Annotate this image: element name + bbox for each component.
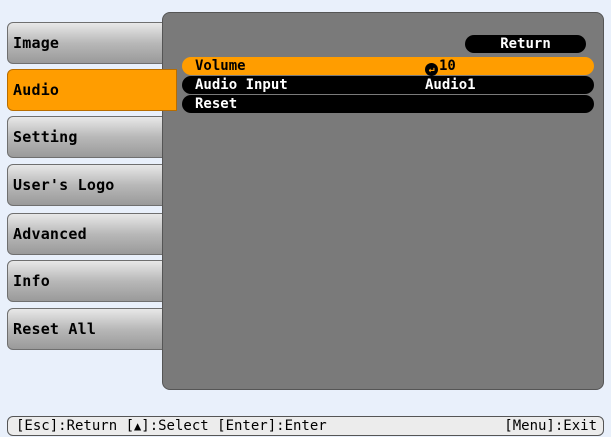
help-select-suffix: ]:Select [141,418,209,434]
menu-item-info[interactable]: Info [7,260,169,302]
menu-item-audio[interactable]: Audio [7,69,177,111]
return-button[interactable]: Return [465,35,586,53]
help-select-prefix: [ [125,418,135,434]
return-button-label: Return [500,36,551,52]
setting-label: Audio Input [195,77,288,93]
menu-item-setting[interactable]: Setting [7,116,169,158]
menu-item-label: Info [13,272,50,290]
menu-item-image[interactable]: Image [7,22,169,64]
menu-item-label: Reset All [13,320,97,338]
setting-label: Volume [195,58,246,74]
menu-item-label: Audio [13,81,60,99]
menu-item-label: Setting [13,128,78,146]
enter-icon: ↵ [425,63,438,76]
menu-item-reset-all[interactable]: Reset All [7,308,169,350]
menu-item-users-logo[interactable]: User's Logo [7,164,169,206]
help-bar: [Esc]:Return [ ▲︎ ]:Select [Enter]:Enter… [7,416,604,436]
help-menu-exit: [Menu]:Exit [504,418,597,434]
menu-item-advanced[interactable]: Advanced [7,213,169,255]
menu-item-label: Advanced [13,225,87,243]
setting-value: ↵ 10 [425,57,456,76]
help-enter: [Enter]:Enter [217,418,327,434]
setting-row-reset[interactable]: Reset [182,95,594,113]
menu-item-label: User's Logo [13,176,115,194]
setting-label: Reset [195,96,238,112]
up-down-arrow-icon: ▲︎ [134,419,142,433]
help-esc: [Esc]:Return [16,418,118,434]
menu-item-label: Image [13,34,60,52]
setting-row-audio-input[interactable]: Audio Input Audio1 [182,76,594,94]
volume-value: 10 [439,58,456,74]
projector-menu-screen: Image Audio Setting User's Logo Advanced… [0,0,611,437]
setting-value: Audio1 [425,77,476,93]
setting-row-volume[interactable]: Volume ↵ 10 [182,57,594,76]
